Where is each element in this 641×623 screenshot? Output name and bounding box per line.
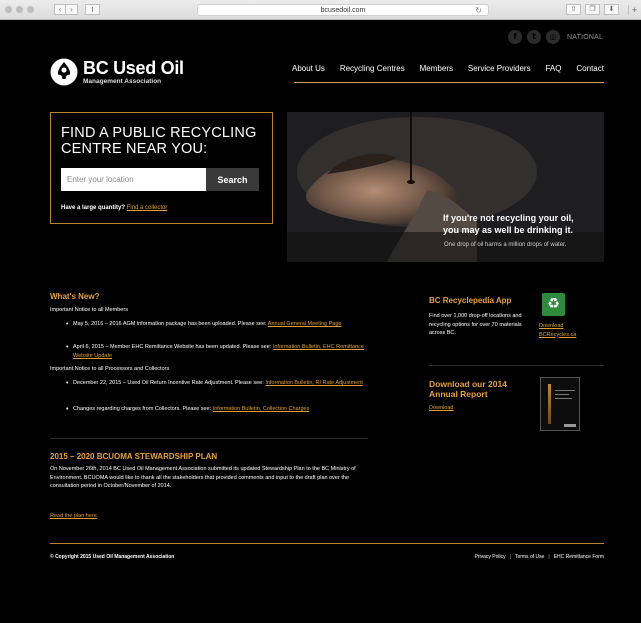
nav-service-providers[interactable]: Service Providers bbox=[468, 64, 531, 73]
zoom-window-dot[interactable] bbox=[27, 6, 34, 13]
news-item-link[interactable]: Information Bulletin, RI Rate Adjustment bbox=[265, 380, 363, 386]
reload-icon[interactable]: ↻ bbox=[475, 5, 482, 16]
annual-report-heading-line2: Annual Report bbox=[429, 389, 488, 399]
news-item-link[interactable]: Information Bulletin, Collection Charges bbox=[213, 406, 310, 412]
news-item-link[interactable]: Annual General Meeting Page bbox=[268, 321, 342, 327]
footer-separator: | bbox=[548, 554, 550, 560]
instagram-icon[interactable]: ◎ bbox=[546, 30, 560, 44]
sidebar-toggle-button[interactable] bbox=[85, 4, 100, 15]
plan-heading: 2015 – 2020 BCUOMA STEWARDSHIP PLAN bbox=[50, 452, 218, 461]
annual-report-heading-line1: Download our 2014 bbox=[429, 379, 507, 389]
large-quantity-question: Have a large quantity? bbox=[61, 205, 126, 211]
terms-of-use-link[interactable]: Terms of Use bbox=[515, 554, 544, 560]
bcrecycles-link[interactable]: BCRecycles.ca bbox=[539, 331, 576, 340]
back-button[interactable]: ‹ bbox=[54, 4, 66, 15]
site-logo[interactable]: BC Used Oil Management Association bbox=[50, 58, 184, 86]
recycle-app-icon[interactable]: ♻ bbox=[542, 293, 565, 316]
news-item-text: Changes regarding charges from Collector… bbox=[73, 406, 213, 412]
hero-subline: One drop of oil harms a million drops of… bbox=[444, 242, 567, 248]
hero-image bbox=[287, 112, 604, 262]
news-item-text: April 6, 2015 – Member EHC Remittance We… bbox=[73, 344, 273, 350]
footer-divider bbox=[50, 543, 604, 544]
news-item-text: May 5, 2016 – 2016 AGM information packa… bbox=[73, 321, 268, 327]
share-icon[interactable]: ⇧ bbox=[566, 4, 581, 15]
annual-report-heading: Download our 2014 Annual Report bbox=[429, 379, 507, 399]
news-item: April 6, 2015 – Member EHC Remittance We… bbox=[66, 343, 369, 361]
find-title-line1: FIND A PUBLIC RECYCLING bbox=[61, 125, 257, 141]
facebook-icon[interactable]: f bbox=[508, 30, 522, 44]
find-collector-link[interactable]: Find a collector bbox=[127, 205, 168, 211]
app-links: Download BCRecycles.ca bbox=[539, 322, 576, 339]
logo-title: BC Used Oil bbox=[83, 58, 184, 78]
url-text: bcusedoil.com bbox=[320, 7, 366, 14]
main-nav: About Us Recycling Centres Members Servi… bbox=[292, 64, 604, 73]
whats-new-heading: What's New? bbox=[50, 292, 100, 301]
annual-report-cover-image[interactable] bbox=[540, 377, 580, 431]
tabs-overview-icon[interactable]: ❐ bbox=[585, 4, 600, 15]
app-description: Find over 1,000 drop-off locations and r… bbox=[429, 313, 522, 336]
footer-links: Privacy Policy | Terms of Use | EHC Remi… bbox=[475, 554, 605, 560]
close-window-dot[interactable] bbox=[5, 6, 12, 13]
app-download-link[interactable]: Download bbox=[539, 322, 576, 331]
find-title-line2: CENTRE NEAR YOU: bbox=[61, 141, 208, 157]
address-bar[interactable]: bcusedoil.com ↻ bbox=[197, 4, 489, 16]
national-link[interactable]: NATIONAL bbox=[567, 34, 603, 41]
browser-actions: ⇧ ❐ ⬇ bbox=[566, 4, 619, 15]
hero-headline-line2: you may as well be drinking it. bbox=[443, 225, 574, 235]
news-item-text: December 22, 2015 – Used Oil Return Ince… bbox=[73, 380, 266, 386]
hero-headline: If you're not recycling your oil, you ma… bbox=[443, 212, 574, 236]
man-drinking-oil-illustration bbox=[287, 112, 604, 262]
members-notice: Important Notice to all Members bbox=[50, 307, 128, 313]
nav-faq[interactable]: FAQ bbox=[545, 64, 561, 73]
twitter-icon[interactable]: t bbox=[527, 30, 541, 44]
nav-contact[interactable]: Contact bbox=[576, 64, 604, 73]
privacy-policy-link[interactable]: Privacy Policy bbox=[475, 554, 506, 560]
nav-members[interactable]: Members bbox=[420, 64, 453, 73]
search-button[interactable]: Search bbox=[206, 168, 259, 191]
ehc-remittance-form-link[interactable]: EHC Remittance Form bbox=[554, 554, 604, 560]
footer-separator: | bbox=[509, 554, 511, 560]
read-plan-link[interactable]: Read the plan here bbox=[50, 513, 97, 519]
minimize-window-dot[interactable] bbox=[16, 6, 23, 13]
news-item: Changes regarding charges from Collector… bbox=[66, 405, 369, 414]
nav-about-us[interactable]: About Us bbox=[292, 64, 325, 73]
download-icon[interactable]: ⬇ bbox=[604, 4, 619, 15]
processors-notice: Important Notice to all Processors and C… bbox=[50, 366, 170, 372]
plan-body: On November 26th, 2014 BC Used Oil Manag… bbox=[50, 466, 356, 489]
logo-subtitle: Management Association bbox=[83, 78, 162, 85]
nav-underline bbox=[294, 82, 604, 83]
news-item: December 22, 2015 – Used Oil Return Ince… bbox=[66, 379, 369, 388]
browser-toolbar: ‹ › bcusedoil.com ↻ ⇧ ❐ ⬇ + bbox=[0, 0, 641, 20]
right-divider bbox=[429, 365, 604, 366]
window-controls[interactable] bbox=[5, 6, 34, 13]
news-item: May 5, 2016 – 2016 AGM information packa… bbox=[66, 320, 369, 329]
section-divider bbox=[50, 438, 368, 439]
new-tab-button[interactable]: + bbox=[628, 5, 640, 15]
copyright-text: © Copyright 2015 Used Oil Management Ass… bbox=[50, 554, 175, 560]
hero-headline-line1: If you're not recycling your oil, bbox=[443, 213, 574, 223]
history-buttons: ‹ › bbox=[54, 4, 78, 15]
social-links: f t ◎ NATIONAL bbox=[508, 30, 603, 44]
app-heading: BC Recyclepedia App bbox=[429, 296, 512, 305]
forward-button[interactable]: › bbox=[66, 4, 78, 15]
nav-recycling-centres[interactable]: Recycling Centres bbox=[340, 64, 405, 73]
oil-drop-logo-icon bbox=[50, 58, 78, 86]
annual-report-download-link[interactable]: Download bbox=[429, 405, 453, 411]
find-recycling-centre-box: FIND A PUBLIC RECYCLING CENTRE NEAR YOU:… bbox=[50, 112, 273, 224]
location-search-input[interactable] bbox=[61, 168, 206, 191]
